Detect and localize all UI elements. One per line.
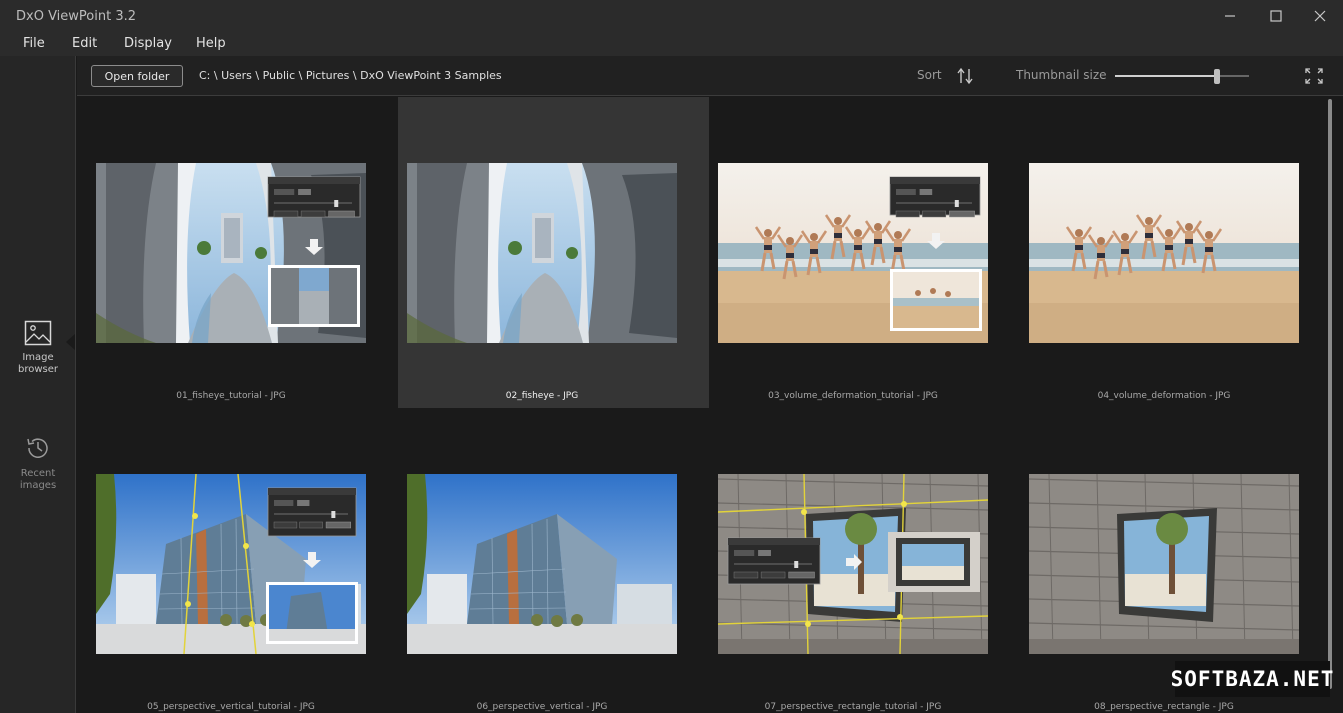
image-browser-label: Image browser	[17, 352, 58, 375]
thumbnail-image[interactable]	[718, 474, 988, 654]
maximize-icon	[1270, 10, 1282, 22]
slider-knob[interactable]	[1213, 69, 1220, 84]
vertical-scrollbar[interactable]	[1325, 97, 1343, 713]
image-thumbnail-cell[interactable]: 06_perspective_vertical - JPG	[398, 408, 709, 713]
sort-icon[interactable]	[956, 67, 974, 85]
thumbnail-image[interactable]	[96, 163, 366, 343]
window-title: DxO ViewPoint 3.2	[16, 9, 137, 24]
thumbnail-caption: 07_perspective_rectangle_tutorial - JPG	[764, 702, 942, 712]
menu-edit[interactable]: Edit	[72, 36, 97, 51]
minimize-icon	[1225, 15, 1235, 17]
maximize-button[interactable]	[1253, 0, 1299, 32]
image-thumbnail-cell[interactable]: 01_fisheye_tutorial - JPG	[87, 97, 398, 408]
image-thumbnail-cell[interactable]: 03_volume_deformation_tutorial - JPG	[709, 97, 1020, 408]
active-pointer	[66, 334, 75, 350]
image-thumbnail-cell[interactable]: 07_perspective_rectangle_tutorial - JPG	[709, 408, 1020, 713]
sort-label: Sort	[917, 68, 942, 82]
menu-file[interactable]: File	[23, 36, 45, 51]
fullscreen-icon[interactable]	[1305, 68, 1323, 84]
close-button[interactable]	[1297, 0, 1343, 32]
title-bar: DxO ViewPoint 3.2	[0, 0, 1343, 32]
thumbnail-image[interactable]	[718, 163, 988, 343]
image-browser-button[interactable]: Image browser	[0, 320, 76, 376]
image-grid: 01_fisheye_tutorial - JPG 02_fisheye - JP…	[77, 97, 1325, 713]
thumbnail-image[interactable]	[407, 163, 677, 343]
recent-images-label: Recent images	[19, 468, 57, 491]
thumbnail-caption: 05_perspective_vertical_tutorial - JPG	[147, 702, 315, 712]
menu-display[interactable]: Display	[124, 36, 172, 51]
watermark: SOFTBAZA.NET	[1171, 661, 1333, 697]
menu-help[interactable]: Help	[196, 36, 226, 51]
image-thumbnail-cell[interactable]: 05_perspective_vertical_tutorial - JPG	[87, 408, 398, 713]
slider-fill	[1115, 75, 1217, 77]
recent-images-button[interactable]: Recent images	[0, 434, 76, 492]
image-thumbnail-cell[interactable]: 04_volume_deformation - JPG	[1020, 97, 1325, 408]
open-folder-button[interactable]: Open folder	[91, 65, 183, 87]
image-thumbnail-cell[interactable]: 02_fisheye - JPG	[398, 97, 709, 408]
thumbnail-caption: 04_volume_deformation - JPG	[1097, 391, 1231, 401]
left-rail: Image browser Recent images	[0, 56, 76, 713]
thumbnail-caption: 03_volume_deformation_tutorial - JPG	[768, 391, 938, 401]
menu-bar: File Edit Display Help	[0, 32, 1343, 56]
thumbnail-size-slider[interactable]	[1115, 69, 1249, 84]
history-icon	[27, 438, 48, 458]
thumbnail-caption: 02_fisheye - JPG	[505, 391, 579, 401]
minimize-button[interactable]	[1207, 0, 1253, 32]
close-icon	[1314, 10, 1326, 22]
thumbnail-image[interactable]	[1029, 163, 1299, 343]
thumbnail-image[interactable]	[96, 474, 366, 654]
thumbnail-image[interactable]	[407, 474, 677, 654]
image-browser-icon	[24, 320, 52, 346]
thumbnail-caption: 06_perspective_vertical - JPG	[476, 702, 608, 712]
thumbnail-caption: 01_fisheye_tutorial - JPG	[176, 391, 286, 401]
thumbnail-size-label: Thumbnail size	[1016, 68, 1107, 82]
thumbnail-caption: 08_perspective_rectangle - JPG	[1094, 702, 1234, 712]
toolbar: Open folder C: \ Users \ Public \ Pictur…	[77, 56, 1343, 96]
thumbnail-image[interactable]	[1029, 474, 1299, 654]
scrollbar-thumb[interactable]	[1328, 99, 1332, 689]
folder-path: C: \ Users \ Public \ Pictures \ DxO Vie…	[199, 69, 502, 82]
